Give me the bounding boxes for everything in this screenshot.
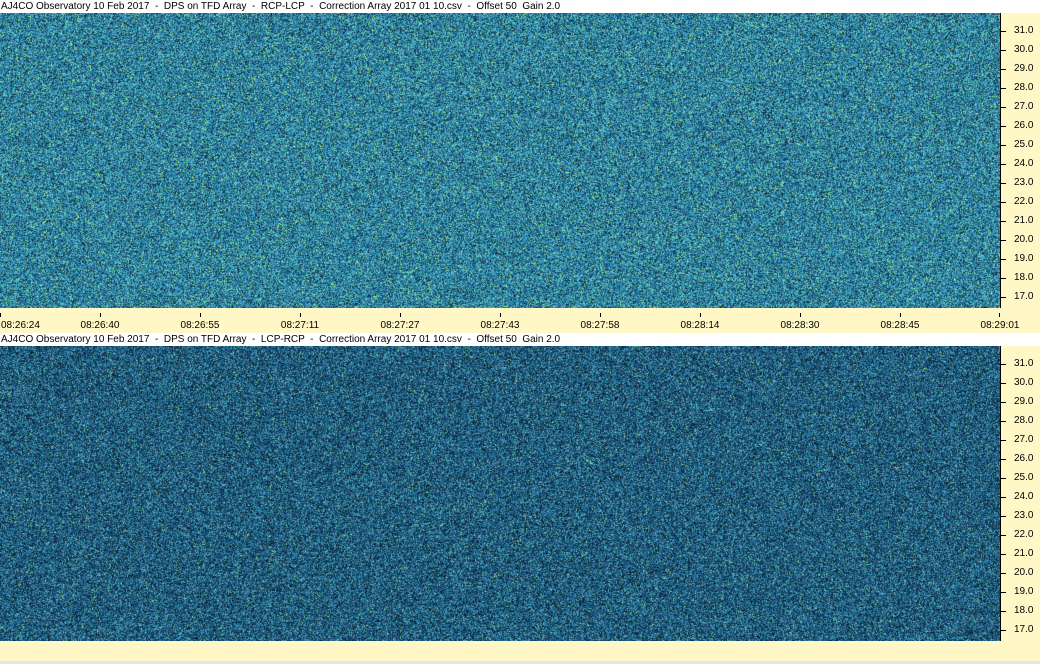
frequency-tick-label: 30.0	[1014, 44, 1034, 55]
time-axis: 08:26:24 08:26:40 08:26:55 08:27:11 08:27:27…	[0, 313, 1040, 335]
frequency-tick-label: 28.0	[1014, 82, 1034, 93]
frequency-tick	[1001, 202, 1006, 203]
frequency-tick-label: 17.0	[1014, 624, 1034, 635]
frequency-tick	[1001, 183, 1006, 184]
frequency-tick-label: 18.0	[1014, 272, 1034, 283]
frequency-tick-label: 18.0	[1014, 605, 1034, 616]
frequency-tick	[1001, 611, 1006, 612]
frequency-tick-label: 22.0	[1014, 529, 1034, 540]
frequency-tick-label: 17.0	[1014, 291, 1034, 302]
panel-1-title: AJ4CO Observatory 10 Feb 2017 - DPS on T…	[0, 0, 1040, 13]
frequency-tick	[1001, 107, 1006, 108]
frequency-tick-label: 21.0	[1014, 548, 1034, 559]
frequency-tick	[1001, 221, 1006, 222]
frequency-tick-label: 29.0	[1014, 396, 1034, 407]
frequency-tick-label: 26.0	[1014, 120, 1034, 131]
spectrogram-rcp-lcp[interactable]	[0, 13, 1000, 308]
frequency-tick-label: 25.0	[1014, 472, 1034, 483]
time-tick-label: 08:26:55	[180, 320, 220, 331]
time-tick	[100, 313, 101, 317]
time-tick	[200, 313, 201, 317]
frequency-tick	[1001, 278, 1006, 279]
frequency-tick	[1001, 535, 1006, 536]
frequency-tick	[1001, 259, 1006, 260]
frequency-tick-label: 26.0	[1014, 453, 1034, 464]
frequency-tick-label: 29.0	[1014, 63, 1034, 74]
frequency-tick	[1001, 554, 1006, 555]
frequency-tick-label: 23.0	[1014, 510, 1034, 521]
time-tick-label: 08:26:40	[80, 320, 120, 331]
frequency-tick-label: 23.0	[1014, 177, 1034, 188]
time-tick-label: 08:29:01	[980, 320, 1020, 331]
frequency-tick	[1001, 421, 1006, 422]
frequency-tick	[1001, 402, 1006, 403]
frequency-tick-label: 30.0	[1014, 377, 1034, 388]
time-tick	[0, 313, 1, 317]
frequency-tick-label: 24.0	[1014, 491, 1034, 502]
frequency-tick-label: 31.0	[1014, 358, 1034, 369]
time-tick-label: 08:28:45	[880, 320, 920, 331]
frequency-tick-label: 24.0	[1014, 158, 1034, 169]
frequency-tick	[1001, 630, 1006, 631]
time-tick	[800, 313, 801, 317]
frequency-tick	[1001, 592, 1006, 593]
frequency-tick	[1001, 240, 1006, 241]
frequency-tick-label: 31.0	[1014, 25, 1034, 36]
time-tick	[300, 313, 301, 317]
frequency-tick	[1001, 31, 1006, 32]
frequency-tick-label: 19.0	[1014, 586, 1034, 597]
time-tick	[600, 313, 601, 317]
time-tick-label: 08:27:27	[380, 320, 420, 331]
frequency-tick-label: 22.0	[1014, 196, 1034, 207]
frequency-tick	[1001, 50, 1006, 51]
panel-2-title: AJ4CO Observatory 10 Feb 2017 - DPS on T…	[0, 333, 1040, 346]
time-tick	[700, 313, 701, 317]
time-tick-label: 08:26:24	[1, 320, 40, 331]
frequency-tick-label: 19.0	[1014, 253, 1034, 264]
frequency-tick-label: 21.0	[1014, 215, 1034, 226]
time-tick	[999, 313, 1000, 317]
frequency-tick-label: 20.0	[1014, 567, 1034, 578]
time-tick	[900, 313, 901, 317]
frequency-tick	[1001, 297, 1006, 298]
frequency-tick	[1001, 440, 1006, 441]
frequency-tick	[1001, 516, 1006, 517]
frequency-tick	[1001, 383, 1006, 384]
frequency-axis-1: 31.0 30.0 29.0 28.0 27.0 26.0 25.0 24.0 23.0 22.0…	[1000, 13, 1040, 308]
frequency-tick	[1001, 126, 1006, 127]
time-tick-label: 08:28:30	[780, 320, 820, 331]
frequency-tick	[1001, 164, 1006, 165]
frequency-tick	[1001, 573, 1006, 574]
frequency-tick	[1001, 69, 1006, 70]
frequency-tick	[1001, 145, 1006, 146]
frequency-tick	[1001, 459, 1006, 460]
frequency-tick	[1001, 364, 1006, 365]
frequency-tick-label: 28.0	[1014, 415, 1034, 426]
time-tick	[400, 313, 401, 317]
frequency-axis-2: 31.0 30.0 29.0 28.0 27.0 26.0 25.0 24.0 23.0 22.0…	[1000, 346, 1040, 641]
frequency-tick-label: 25.0	[1014, 139, 1034, 150]
time-tick-label: 08:27:58	[580, 320, 620, 331]
spectrogram-lcp-rcp[interactable]	[0, 346, 1000, 641]
frequency-tick-label: 20.0	[1014, 234, 1034, 245]
frequency-tick	[1001, 88, 1006, 89]
time-tick-label: 08:28:14	[680, 320, 720, 331]
time-tick-label: 08:27:11	[280, 320, 320, 331]
frequency-tick	[1001, 478, 1006, 479]
frequency-tick	[1001, 497, 1006, 498]
frequency-tick-label: 27.0	[1014, 101, 1034, 112]
frequency-tick-label: 27.0	[1014, 434, 1034, 445]
time-tick-label: 08:27:43	[480, 320, 520, 331]
time-tick	[500, 313, 501, 317]
